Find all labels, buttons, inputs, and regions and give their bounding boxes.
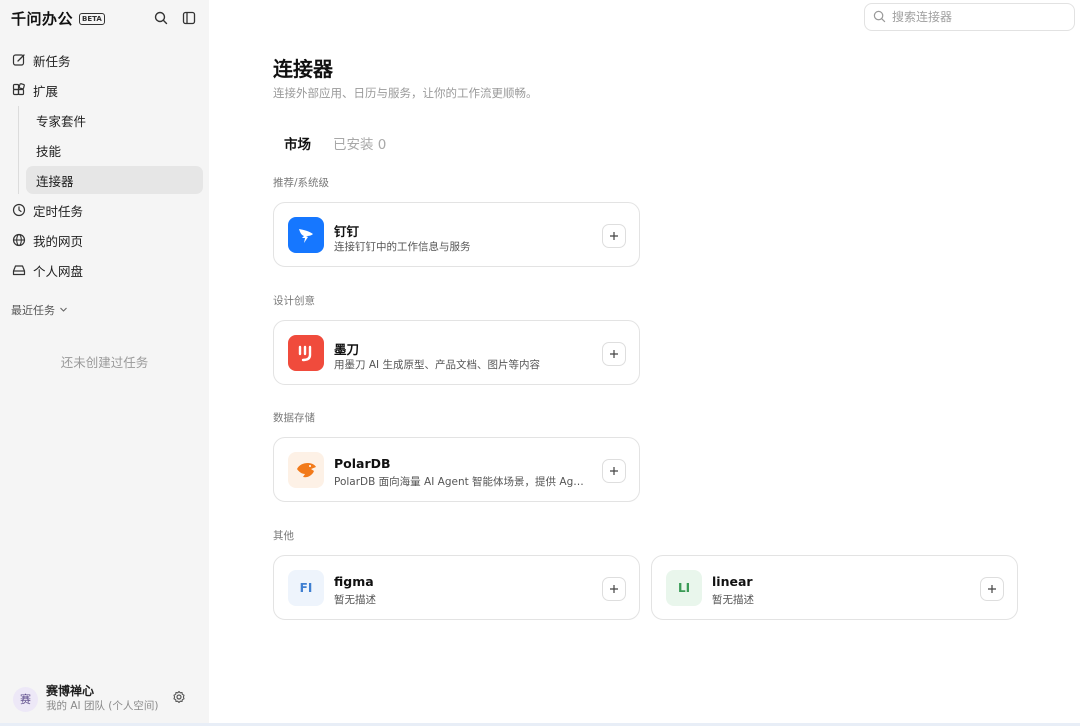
nav-my-pages-label: 我的网页 — [33, 233, 84, 249]
add-connector-button[interactable] — [980, 577, 1004, 601]
search-icon — [873, 8, 886, 27]
connector-card-polardb[interactable]: PolarDB PolarDB 面向海量 AI Agent 智能体场景，提供 A… — [273, 437, 640, 502]
add-connector-button[interactable] — [602, 224, 626, 248]
beta-badge: BETA — [79, 12, 105, 25]
dingtalk-logo-icon — [288, 217, 324, 253]
connector-desc: 暂无描述 — [712, 594, 754, 606]
nav-extensions-label: 扩展 — [33, 83, 59, 99]
tab-market[interactable]: 市场 — [284, 133, 311, 153]
connector-desc: 用墨刀 AI 生成原型、产品文档、图片等内容 — [334, 359, 540, 371]
chevron-down-icon — [59, 304, 68, 317]
connector-card-dingtalk[interactable]: 钉钉 连接钉钉中的工作信息与服务 — [273, 202, 640, 267]
page-title: 连接器 — [273, 57, 333, 81]
connector-card-modao[interactable]: 墨刀 用墨刀 AI 生成原型、产品文档、图片等内容 — [273, 320, 640, 385]
figma-initials-icon: FI — [288, 570, 324, 606]
connector-name: 钉钉 — [334, 224, 360, 239]
add-connector-button[interactable] — [602, 577, 626, 601]
connector-name: 墨刀 — [334, 342, 360, 357]
nav-connectors-label: 连接器 — [36, 173, 74, 189]
connector-desc: 连接钉钉中的工作信息与服务 — [334, 241, 471, 253]
clock-icon — [11, 202, 27, 218]
edit-icon — [11, 52, 27, 68]
connector-card-figma[interactable]: FI figma 暂无描述 — [273, 555, 640, 620]
nav-my-pages[interactable]: 我的网页 — [8, 226, 203, 254]
section-label-other: 其他 — [273, 530, 294, 542]
connector-card-linear[interactable]: LI linear 暂无描述 — [651, 555, 1018, 620]
modao-logo-icon — [288, 335, 324, 371]
apps-icon — [11, 82, 27, 98]
nav-new-task-label: 新任务 — [33, 53, 71, 69]
nav-expert-suite-label: 专家套件 — [36, 113, 87, 129]
gear-icon[interactable] — [172, 689, 188, 705]
nav-drive[interactable]: 个人网盘 — [8, 256, 203, 284]
user-profile[interactable]: 赛 赛博禅心 我的 AI 团队 (个人空间) — [13, 684, 159, 714]
connector-name: linear — [712, 574, 753, 589]
nav-drive-label: 个人网盘 — [33, 263, 84, 279]
user-name: 赛博禅心 — [46, 684, 95, 698]
empty-tasks-text: 还未创建过任务 — [60, 355, 149, 370]
nav-scheduled-tasks[interactable]: 定时任务 — [8, 196, 203, 224]
section-label-recommended: 推荐/系统级 — [273, 177, 330, 189]
search-input[interactable] — [892, 10, 1062, 24]
polardb-logo-icon — [288, 452, 324, 488]
search-box[interactable] — [864, 3, 1075, 31]
recent-tasks-toggle[interactable]: 最近任务 — [11, 302, 68, 318]
nav-skills[interactable]: 技能 — [26, 136, 203, 164]
sidebar-toggle-icon[interactable] — [180, 9, 198, 27]
nav-extensions[interactable]: 扩展 — [8, 76, 203, 104]
connector-desc: PolarDB 面向海量 AI Agent 智能体场景，提供 Agent 智能体… — [334, 476, 584, 488]
brand: 千问办公 BETA — [11, 8, 105, 29]
page-subtitle: 连接外部应用、日历与服务，让你的工作流更顺畅。 — [273, 86, 538, 100]
drive-icon — [11, 262, 27, 278]
nav-new-task[interactable]: 新任务 — [8, 46, 203, 74]
connector-desc: 暂无描述 — [334, 594, 376, 606]
search-icon[interactable] — [152, 9, 170, 27]
section-label-design: 设计创意 — [273, 295, 315, 307]
section-label-storage: 数据存储 — [273, 412, 315, 424]
sidebar: 千问办公 BETA 新任务 扩展 专家套件 技能 连接器 定时任务 我的网页 个… — [0, 0, 209, 726]
avatar: 赛 — [13, 686, 38, 712]
app-name: 千问办公 — [11, 10, 74, 28]
recent-tasks-label: 最近任务 — [11, 304, 55, 317]
connector-name: PolarDB — [334, 456, 391, 471]
nav-scheduled-label: 定时任务 — [33, 203, 84, 219]
tab-installed[interactable]: 已安装 0 — [333, 133, 386, 153]
nav-skills-label: 技能 — [36, 143, 62, 159]
nav-expert-suite[interactable]: 专家套件 — [26, 106, 203, 134]
nav-connectors[interactable]: 连接器 — [26, 166, 203, 194]
connector-name: figma — [334, 574, 374, 589]
add-connector-button[interactable] — [602, 459, 626, 483]
add-connector-button[interactable] — [602, 342, 626, 366]
globe-icon — [11, 232, 27, 248]
tree-line — [18, 106, 19, 194]
linear-initials-icon: LI — [666, 570, 702, 606]
user-team: 我的 AI 团队 (个人空间) — [46, 700, 159, 712]
